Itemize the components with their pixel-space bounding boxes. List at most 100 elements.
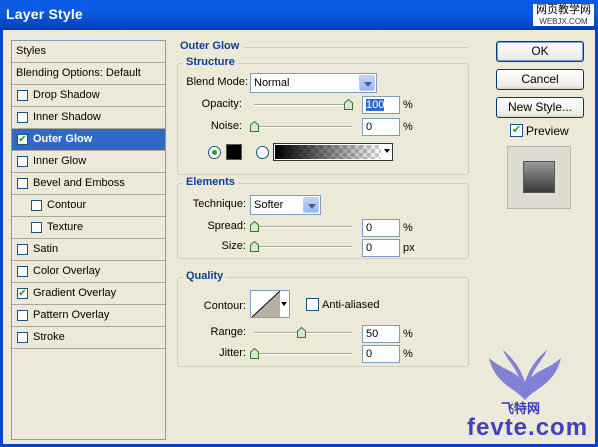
jitter-label: Jitter: bbox=[219, 347, 246, 359]
jitter-input[interactable]: 0 bbox=[362, 345, 400, 363]
gradient-picker[interactable] bbox=[273, 143, 393, 161]
style-item-styles[interactable]: Styles bbox=[12, 41, 165, 63]
style-item-label: Inner Glow bbox=[33, 155, 87, 167]
style-checkbox[interactable] bbox=[17, 266, 28, 277]
watermark-top-line1: 网页教学网 bbox=[536, 4, 591, 16]
style-item-texture[interactable]: Texture bbox=[12, 217, 165, 239]
style-checkbox[interactable]: ✔ bbox=[17, 134, 28, 145]
style-checkbox[interactable] bbox=[17, 112, 28, 123]
style-checkbox[interactable] bbox=[17, 310, 28, 321]
style-checkbox[interactable] bbox=[17, 332, 28, 343]
range-unit: % bbox=[403, 328, 413, 340]
range-slider-thumb[interactable] bbox=[297, 327, 306, 338]
noise-input[interactable]: 0 bbox=[362, 118, 400, 136]
glow-color-swatch[interactable] bbox=[226, 144, 242, 160]
jitter-slider-track[interactable] bbox=[254, 353, 352, 355]
style-item-outer-glow[interactable]: ✔ Outer Glow bbox=[12, 129, 165, 151]
style-item-drop-shadow[interactable]: Drop Shadow bbox=[12, 85, 165, 107]
preview-swatch-inner bbox=[523, 161, 555, 193]
watermark-bottom: 飞特网 fevte.com bbox=[459, 348, 595, 444]
style-checkbox[interactable] bbox=[17, 90, 28, 101]
dialog-client-area: Styles Blending Options: Default Drop Shad… bbox=[3, 30, 595, 444]
size-slider-thumb[interactable] bbox=[250, 241, 259, 252]
blend-mode-label: Blend Mode: bbox=[186, 76, 248, 88]
opacity-slider-track[interactable] bbox=[254, 104, 352, 106]
style-checkbox[interactable] bbox=[31, 200, 42, 211]
style-checkbox[interactable]: ✔ bbox=[17, 288, 28, 299]
structure-title: Structure bbox=[183, 56, 238, 68]
preview-swatch bbox=[507, 146, 571, 209]
style-item-color-overlay[interactable]: Color Overlay bbox=[12, 261, 165, 283]
blend-mode-select[interactable]: Normal bbox=[250, 73, 377, 93]
style-item-label: Styles bbox=[16, 45, 46, 57]
range-input[interactable]: 50 bbox=[362, 325, 400, 343]
style-item-label: Outer Glow bbox=[33, 133, 93, 145]
preview-checkbox[interactable]: ✔ bbox=[510, 124, 523, 137]
gradient-radio[interactable] bbox=[256, 146, 269, 159]
new-style-button[interactable]: New Style... bbox=[496, 97, 584, 118]
style-item-label: Gradient Overlay bbox=[33, 287, 117, 299]
technique-label: Technique: bbox=[192, 198, 246, 210]
style-checkbox[interactable] bbox=[17, 244, 28, 255]
anti-aliased-checkbox[interactable] bbox=[306, 298, 319, 311]
ok-button[interactable]: OK bbox=[496, 41, 584, 62]
style-item-label: Contour bbox=[47, 199, 87, 211]
technique-value: Softer bbox=[254, 199, 284, 211]
contour-curve-icon bbox=[252, 291, 280, 317]
spread-label: Spread: bbox=[207, 220, 246, 232]
size-unit: px bbox=[403, 242, 415, 254]
elements-title: Elements bbox=[183, 176, 238, 188]
elements-group: Elements Technique: Softer Spread: 0 % S… bbox=[177, 176, 469, 259]
style-item-inner-glow[interactable]: Inner Glow bbox=[12, 151, 165, 173]
solid-color-radio[interactable] bbox=[208, 146, 221, 159]
noise-slider-thumb[interactable] bbox=[250, 121, 259, 132]
style-item-pattern-overlay[interactable]: Pattern Overlay bbox=[12, 305, 165, 327]
style-checkbox[interactable] bbox=[31, 222, 42, 233]
window-title: Layer Style bbox=[6, 6, 83, 22]
style-checkbox[interactable] bbox=[17, 178, 28, 189]
technique-select[interactable]: Softer bbox=[250, 195, 321, 215]
cancel-button[interactable]: Cancel bbox=[496, 69, 584, 90]
style-item-blending-options-default[interactable]: Blending Options: Default bbox=[12, 63, 165, 85]
section-divider bbox=[243, 47, 469, 48]
contour-picker[interactable] bbox=[250, 290, 290, 318]
noise-label: Noise: bbox=[210, 120, 242, 132]
blend-mode-value: Normal bbox=[254, 77, 290, 89]
style-checkbox[interactable] bbox=[17, 156, 28, 167]
style-item-inner-shadow[interactable]: Inner Shadow bbox=[12, 107, 165, 129]
gradient-preview bbox=[275, 145, 381, 159]
chevron-down-icon[interactable] bbox=[303, 197, 319, 213]
style-item-label: Stroke bbox=[33, 331, 65, 343]
spread-input[interactable]: 0 bbox=[362, 219, 400, 237]
size-input[interactable]: 0 bbox=[362, 239, 400, 257]
opacity-input[interactable]: 100 bbox=[362, 96, 400, 114]
noise-slider-track[interactable] bbox=[254, 126, 352, 128]
size-slider-track[interactable] bbox=[254, 246, 352, 248]
size-label: Size: bbox=[221, 240, 246, 252]
style-item-label: Color Overlay bbox=[33, 265, 101, 277]
style-item-label: Texture bbox=[47, 221, 84, 233]
jitter-slider-thumb[interactable] bbox=[250, 348, 259, 359]
style-item-label: Drop Shadow bbox=[33, 89, 100, 101]
spread-slider-thumb[interactable] bbox=[250, 221, 259, 232]
style-item-label: Blending Options: Default bbox=[16, 67, 141, 79]
styles-list: Styles Blending Options: Default Drop Shad… bbox=[11, 40, 166, 440]
style-item-gradient-overlay[interactable]: ✔ Gradient Overlay bbox=[12, 283, 165, 305]
style-item-bevel-and-emboss[interactable]: Bevel and Emboss bbox=[12, 173, 165, 195]
style-item-stroke[interactable]: Stroke bbox=[12, 327, 165, 349]
contour-dropdown-arrow-icon[interactable] bbox=[281, 302, 287, 306]
style-item-satin[interactable]: Satin bbox=[12, 239, 165, 261]
title-bar[interactable]: Layer Style 网页教学网 WEBJX.COM bbox=[0, 0, 598, 30]
chevron-down-icon[interactable] bbox=[359, 75, 375, 91]
opacity-slider-thumb[interactable] bbox=[344, 99, 353, 110]
jitter-unit: % bbox=[403, 348, 413, 360]
spread-slider-track[interactable] bbox=[254, 226, 352, 228]
wings-logo-icon bbox=[489, 350, 561, 400]
opacity-unit: % bbox=[403, 99, 413, 111]
opacity-label: Opacity: bbox=[201, 98, 242, 110]
gradient-dropdown-arrow-icon[interactable] bbox=[384, 149, 390, 153]
layer-style-window: Layer Style 网页教学网 WEBJX.COM Styles Blendi… bbox=[0, 0, 598, 447]
contour-label: Contour: bbox=[203, 300, 246, 312]
quality-group: Quality Contour: Anti-aliased Range: 50 … bbox=[177, 270, 469, 367]
style-item-contour[interactable]: Contour bbox=[12, 195, 165, 217]
